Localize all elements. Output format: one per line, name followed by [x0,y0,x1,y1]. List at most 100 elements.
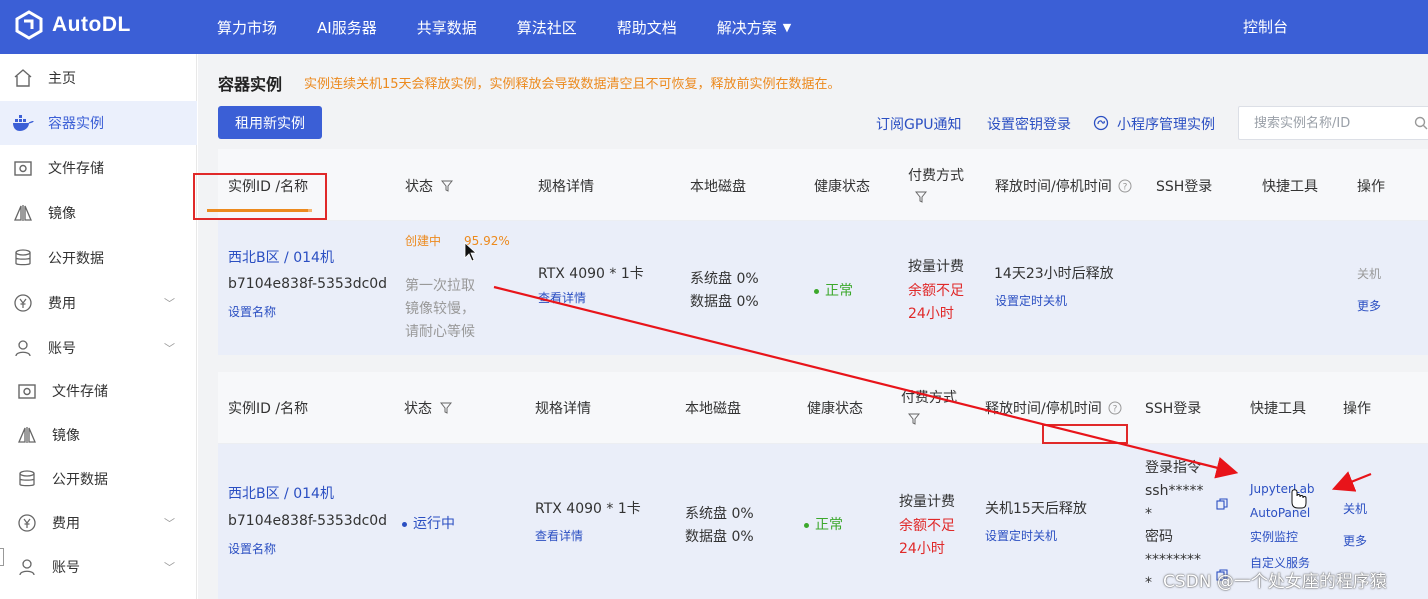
health-status-label: 正常 [815,517,843,533]
progress-highlight-box [193,173,327,220]
shutdown-button[interactable]: 关机 [1343,500,1367,518]
nav-help-docs[interactable]: 帮助文档 [617,17,677,38]
ssh-key-login-link[interactable]: 设置密钥登录 [987,114,1071,134]
sidebar-item-label: 文件存储 [52,384,108,400]
col-release-time: 释放时间/停机时间 ? [995,176,1132,196]
yen-icon [12,292,34,314]
instance-monitor-link[interactable]: 实例监控 [1250,528,1298,546]
help-icon[interactable]: ? [1118,179,1132,193]
system-disk-usage: 系统盘 0% [685,506,754,522]
sidebar-item-public-data[interactable]: 公开数据 [0,457,197,501]
sidebar-item-storage[interactable]: 文件存储 [0,146,197,190]
col-ssh-login: SSH登录 [1156,179,1213,195]
view-details-link[interactable]: 查看详情 [538,289,586,307]
filter-icon[interactable] [915,191,927,203]
col-status: 状态 [405,176,453,196]
database-icon [12,247,34,269]
filter-icon[interactable] [441,180,453,192]
sidebar-item-home[interactable]: 主页 [0,56,197,100]
release-countdown: 14天23小时后释放 [994,266,1114,282]
col-quick-tools: 快捷工具 [1262,179,1318,195]
table-header: 实例ID /名称 状态 规格详情 本地磁盘 健康状态 付费方式 释放时间/停机时… [218,149,1428,221]
rent-new-instance-button[interactable]: 租用新实例 [218,106,322,139]
status-running: 运行中 [402,514,455,535]
main-nav: 算力市场 AI服务器 共享数据 算法社区 帮助文档 解决方案 ▼ [217,0,831,54]
mini-program-manage-link[interactable]: 小程序管理实例 [1117,114,1215,134]
sidebar-item-label: 镜像 [52,428,80,444]
more-button[interactable]: 更多 [1343,532,1367,550]
col-spec: 规格详情 [538,179,594,195]
view-details-link[interactable]: 查看详情 [535,527,583,545]
main-content: 容器实例 实例连续关机15天会释放实例，实例释放会导致数据清空且不可恢复，释放前… [198,54,1428,599]
health-status: 正常 [804,515,843,536]
nav-shared-data[interactable]: 共享数据 [417,17,477,38]
col-billing: 付费方式 [901,390,957,406]
subscribe-gpu-link[interactable]: 订阅GPU通知 [876,114,962,134]
system-disk-usage: 系统盘 0% [690,271,759,287]
jupyterlab-highlight-box [1042,424,1128,444]
home-icon [12,67,34,89]
window-edge [0,548,4,566]
creation-progress-bar [207,209,312,212]
nav-ai-server[interactable]: AI服务器 [317,17,377,38]
svg-text:?: ? [1112,405,1117,415]
set-name-link[interactable]: 设置名称 [228,540,276,558]
sidebar-item-containers[interactable]: 容器实例 [0,101,197,145]
filter-icon[interactable] [908,413,920,425]
brand-logo[interactable]: AutoDL [14,10,131,40]
chevron-down-icon: ﹀ [164,297,175,310]
instance-table: 实例ID /名称 状态 规格详情 本地磁盘 健康状态 付费方式 释放时间/停机时… [218,372,1428,599]
status-dot-icon [804,522,809,528]
autopanel-link[interactable]: AutoPanel [1250,504,1310,522]
ssh-password-label: 密码 [1145,529,1173,545]
filter-icon[interactable] [440,402,452,414]
ssh-command-masked-tail: * [1145,506,1152,522]
status-note-line-1: 第一次拉取 [405,278,475,294]
schedule-shutdown-link[interactable]: 设置定时关机 [985,527,1057,545]
data-disk-usage: 数据盘 0% [690,294,759,310]
more-button[interactable]: 更多 [1357,297,1381,315]
gpu-spec: RTX 4090 * 1卡 [538,266,644,282]
col-local-disk: 本地磁盘 [690,179,746,195]
sidebar-item-billing[interactable]: 费用 ﹀ [0,501,197,545]
billing-mode: 按量计费 [899,494,955,510]
sidebar-secondary: 文件存储 镜像 公开数据 费用 ﹀ 账号 ﹀ [0,368,197,599]
schedule-shutdown-link[interactable]: 设置定时关机 [995,292,1067,310]
mini-program-icon [1093,115,1109,131]
instance-search-input[interactable] [1238,106,1428,140]
sidebar-item-label: 容器实例 [48,116,104,132]
col-status: 状态 [404,398,452,418]
shutdown-button[interactable]: 关机 [1357,265,1381,283]
storage-icon [16,380,38,402]
sidebar-item-images[interactable]: 镜像 [0,191,197,235]
instance-region-link[interactable]: 西北B区 / 014机 [228,248,334,269]
nav-solutions[interactable]: 解决方案 ▼ [717,17,791,38]
status-dot-icon [402,521,407,527]
sidebar-item-storage[interactable]: 文件存储 [0,369,197,413]
creation-progress-percent: 95.92% [464,234,510,248]
nav-compute-market[interactable]: 算力市场 [217,17,277,38]
status-note-line-2: 镜像较慢， [405,301,475,317]
search-icon[interactable] [1414,116,1428,130]
sidebar-item-label: 账号 [48,341,76,357]
copy-icon[interactable] [1216,498,1228,510]
sidebar-item-label: 账号 [52,560,80,576]
sidebar-item-images[interactable]: 镜像 [0,413,197,457]
sidebar-item-account[interactable]: 账号 ﹀ [0,326,197,370]
instance-region-link[interactable]: 西北B区 / 014机 [228,484,334,505]
nav-algorithm-community[interactable]: 算法社区 [517,17,577,38]
sidebar-item-public-data[interactable]: 公开数据 [0,236,197,280]
col-status-label: 状态 [405,179,433,195]
set-name-link[interactable]: 设置名称 [228,303,276,321]
col-billing: 付费方式 [908,168,964,184]
status-note-line-3: 请耐心等候 [405,324,475,340]
console-link[interactable]: 控制台 [1243,16,1288,37]
sidebar-item-billing[interactable]: 费用 ﹀ [0,281,197,325]
balance-warning-line-1: 余额不足 [899,518,955,534]
sidebar-item-account[interactable]: 账号 ﹀ [0,545,197,589]
help-icon[interactable]: ? [1108,401,1122,415]
col-health: 健康状态 [814,179,870,195]
jupyterlab-link[interactable]: JupyterLab [1250,480,1315,498]
balance-warning-line-2: 24小时 [899,541,945,557]
health-status: 正常 [814,281,853,302]
